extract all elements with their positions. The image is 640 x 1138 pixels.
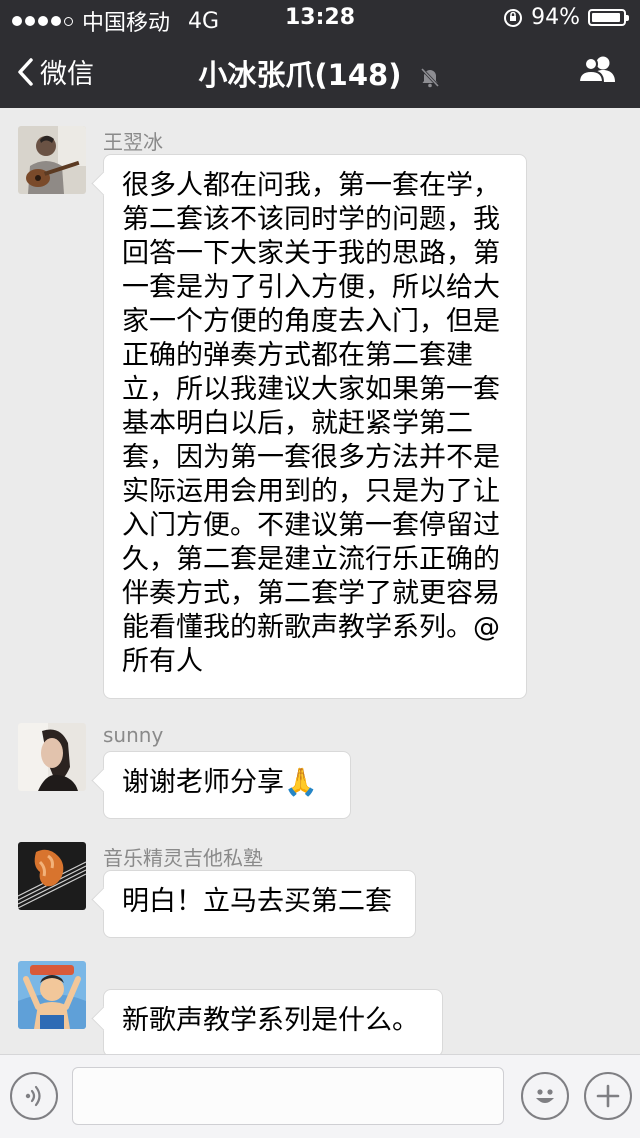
message-text: 新歌声教学系列是什么。 bbox=[122, 1005, 419, 1036]
chat-title-text: 小冰张爪(148) bbox=[198, 58, 402, 92]
orientation-lock-icon bbox=[504, 8, 523, 27]
guitar-player-avatar[interactable] bbox=[18, 126, 86, 194]
message-bubble[interactable]: 新歌声教学系列是什么。 bbox=[103, 989, 443, 1054]
message-text: 谢谢老师分享🙏 bbox=[122, 767, 318, 798]
status-right: 94% bbox=[503, 5, 629, 30]
more-button[interactable] bbox=[584, 1072, 632, 1120]
plus-icon bbox=[596, 1084, 620, 1108]
cartoon-character-avatar[interactable] bbox=[18, 961, 86, 1029]
message-text: 回答一下大家关于我的思路，第 bbox=[122, 238, 500, 269]
message-bubble[interactable]: 很多人都在问我，第一套在学， 第二套该不该同时学的问题，我 回答一下大家关于我的… bbox=[103, 154, 527, 699]
group-members-button[interactable] bbox=[577, 54, 618, 88]
nav-bar: 微信 小冰张爪(148) bbox=[0, 36, 640, 108]
woman-portrait-avatar[interactable] bbox=[18, 723, 86, 791]
sender-name: sunny bbox=[103, 723, 164, 747]
chat-area[interactable]: 王翌冰 很多人都在问我，第一套在学， 第二套该不该同时学的问题，我 回答一下大家… bbox=[0, 108, 640, 1054]
chat-title: 小冰张爪(148) bbox=[0, 52, 640, 94]
battery-percent: 94% bbox=[531, 5, 580, 30]
message-text: 明白！立马去买第二套 bbox=[122, 886, 392, 917]
top-bar: 中国移动 4G 13:28 94% 微信 小冰张爪(148) bbox=[0, 0, 640, 108]
message-text: 久，第二套是建立流行乐正确的 bbox=[122, 544, 500, 575]
emoji-icon bbox=[536, 1089, 554, 1103]
voice-button[interactable] bbox=[10, 1072, 58, 1120]
sender-name: 王翌冰 bbox=[103, 130, 163, 154]
message-text: 入门方便。不建议第一套停留过 bbox=[122, 510, 500, 541]
message-text: 立，所以我建议大家如果第一套 bbox=[122, 374, 500, 405]
group-members-icon bbox=[577, 56, 615, 83]
message-item: 新歌声教学系列是什么。 bbox=[0, 961, 640, 1054]
battery-icon bbox=[588, 9, 629, 26]
input-bar bbox=[0, 1054, 640, 1138]
message-bubble[interactable]: 谢谢老师分享🙏 bbox=[103, 751, 351, 819]
status-bar: 中国移动 4G 13:28 94% bbox=[0, 0, 640, 36]
message-text: 正确的弹奏方式都在第二套建 bbox=[122, 340, 473, 371]
message-item: 王翌冰 很多人都在问我，第一套在学， 第二套该不该同时学的问题，我 回答一下大家… bbox=[0, 126, 640, 706]
guitar-hand-avatar[interactable] bbox=[18, 842, 86, 910]
sender-name: 音乐精灵吉他私塾 bbox=[103, 846, 263, 870]
voice-icon bbox=[25, 1085, 41, 1107]
message-text: 基本明白以后，就赶紧学第二 bbox=[122, 408, 473, 439]
message-text: 套，因为第一套很多方法并不是 bbox=[122, 442, 500, 473]
message-input[interactable] bbox=[72, 1067, 504, 1125]
message-text: 能看懂我的新歌声教学系列。@ bbox=[122, 612, 500, 643]
message-text: 很多人都在问我，第一套在学， bbox=[122, 170, 500, 201]
message-item: sunny 谢谢老师分享🙏 bbox=[0, 723, 640, 833]
message-bubble[interactable]: 明白！立马去买第二套 bbox=[103, 870, 416, 938]
message-text: 第二套该不该同时学的问题，我 bbox=[122, 204, 500, 235]
bell-muted-icon bbox=[420, 67, 439, 88]
message-text: 所有人 bbox=[122, 646, 203, 677]
emoji-button[interactable] bbox=[521, 1072, 569, 1120]
message-text: 伴奏方式，第二套学了就更容易 bbox=[122, 578, 500, 609]
message-item: 音乐精灵吉他私塾 明白！立马去买第二套 bbox=[0, 842, 640, 952]
message-text: 一套是为了引入方便，所以给大 bbox=[122, 272, 500, 303]
message-text: 家一个方便的角度去入门，但是 bbox=[122, 306, 500, 337]
message-text: 实际运用会用到的，只是为了让 bbox=[122, 476, 500, 507]
